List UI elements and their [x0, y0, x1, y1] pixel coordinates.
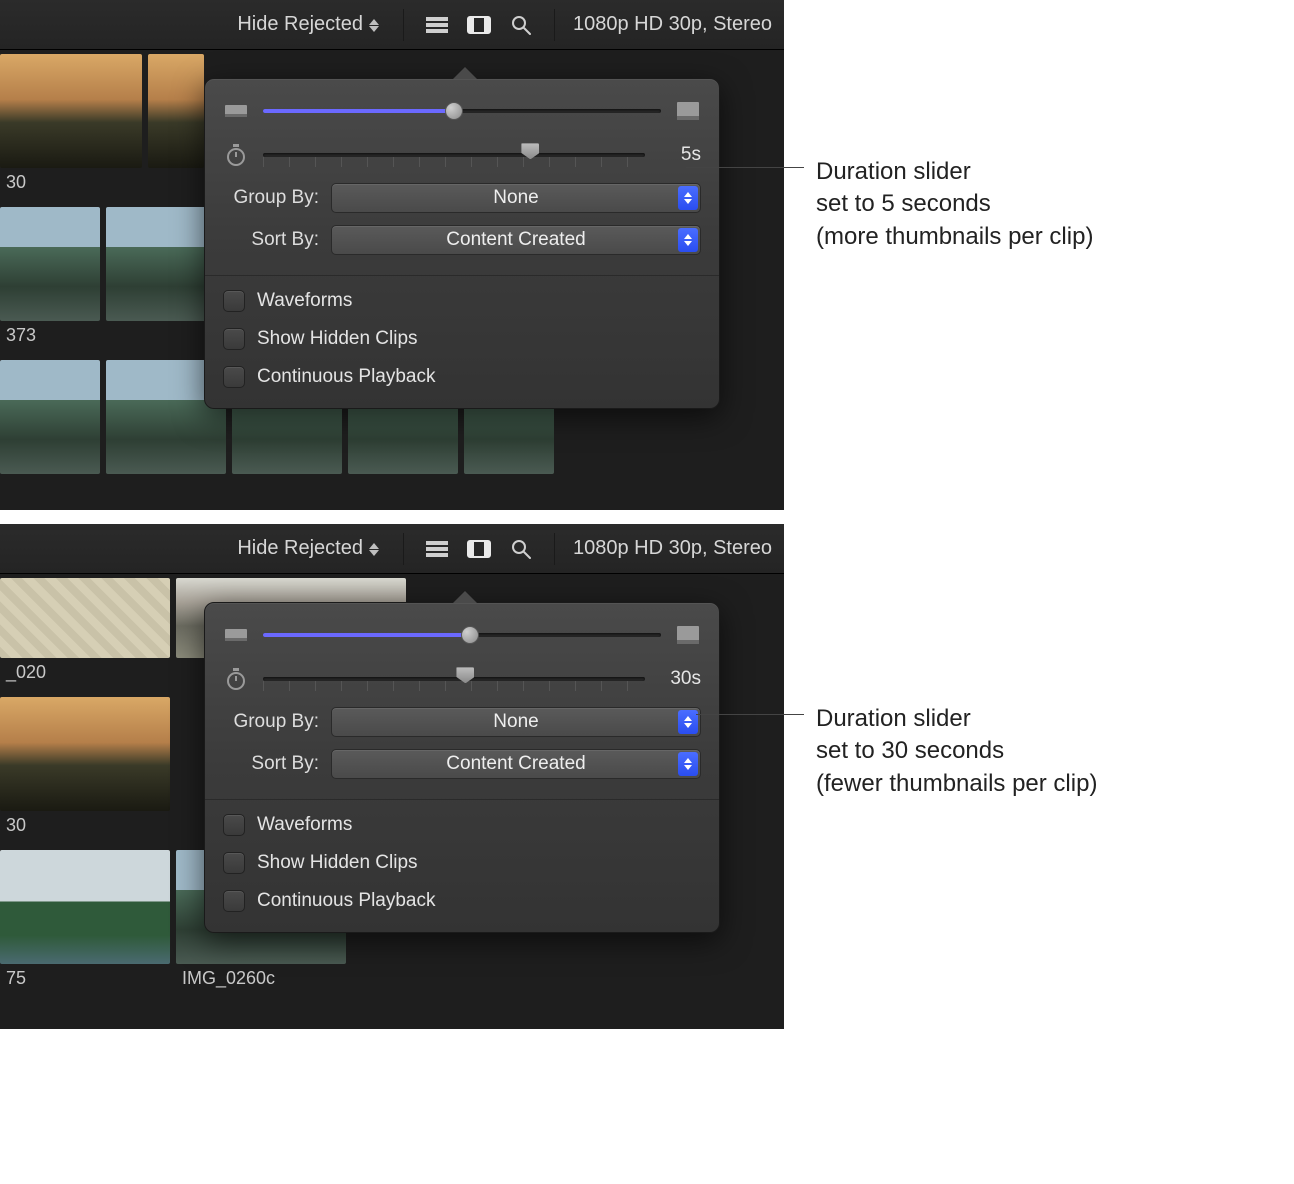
search-button[interactable] — [504, 534, 538, 564]
format-label: 1080p HD 30p, Stereo — [573, 537, 772, 560]
show-hidden-checkbox[interactable] — [223, 328, 245, 350]
duration-value: 5s — [659, 144, 701, 166]
annotation-callout-bottom: Duration slider set to 30 seconds (fewer… — [816, 703, 1097, 800]
callout-line: set to 30 seconds — [816, 735, 1097, 767]
group-by-value: None — [493, 711, 538, 733]
group-by-value: None — [493, 187, 538, 209]
clip-height-slider[interactable] — [263, 99, 661, 123]
clip-thumbnail[interactable] — [0, 697, 170, 811]
group-by-select[interactable]: None — [331, 183, 701, 213]
select-stepper-icon — [678, 228, 698, 252]
clip-filter-menu[interactable]: Hide Rejected — [237, 13, 379, 36]
chevron-updown-icon — [369, 543, 379, 556]
select-stepper-icon — [678, 710, 698, 734]
list-view-button[interactable] — [420, 10, 454, 40]
duration-slider[interactable] — [263, 667, 645, 691]
waveforms-checkbox[interactable] — [223, 814, 245, 836]
duration-slider[interactable] — [263, 143, 645, 167]
callout-line: (fewer thumbnails per clip) — [816, 768, 1097, 800]
browser-toolbar: Hide Rejected 1080p HD 30p, Stereo — [0, 0, 784, 50]
leader-line — [696, 714, 804, 715]
select-stepper-icon — [678, 186, 698, 210]
stopwatch-icon — [223, 144, 249, 166]
callout-line: Duration slider — [816, 703, 1097, 735]
filmstrip-small-icon — [223, 629, 249, 641]
show-hidden-label: Show Hidden Clips — [257, 852, 418, 874]
sort-by-label: Sort By: — [223, 229, 319, 251]
example-panel-5s: Hide Rejected 1080p HD 30p, Stereo 30 37… — [0, 0, 784, 510]
clip-appearance-button[interactable] — [462, 534, 496, 564]
group-by-label: Group By: — [223, 711, 319, 733]
waveforms-checkbox[interactable] — [223, 290, 245, 312]
leader-line — [686, 167, 804, 168]
clip-thumbnail[interactable] — [148, 54, 204, 168]
example-panel-30s: Hide Rejected 1080p HD 30p, Stereo _020 … — [0, 524, 784, 1029]
sort-by-select[interactable]: Content Created — [331, 749, 701, 779]
separator — [403, 9, 404, 41]
clip-thumbnail[interactable] — [0, 360, 100, 474]
continuous-playback-checkbox[interactable] — [223, 890, 245, 912]
group-by-label: Group By: — [223, 187, 319, 209]
format-label: 1080p HD 30p, Stereo — [573, 13, 772, 36]
sort-by-select[interactable]: Content Created — [331, 225, 701, 255]
group-by-select[interactable]: None — [331, 707, 701, 737]
show-hidden-label: Show Hidden Clips — [257, 328, 418, 350]
sort-by-value: Content Created — [446, 753, 585, 775]
separator — [554, 9, 555, 41]
filmstrip-small-icon — [223, 105, 249, 117]
sort-by-value: Content Created — [446, 229, 585, 251]
duration-value: 30s — [659, 668, 701, 690]
divider — [205, 275, 719, 276]
clip-label: IMG_0260c — [176, 964, 281, 999]
separator — [554, 533, 555, 565]
search-button[interactable] — [504, 10, 538, 40]
filmstrip-large-icon — [675, 102, 701, 120]
annotation-callout-top: Duration slider set to 5 seconds (more t… — [816, 156, 1093, 253]
divider — [205, 799, 719, 800]
continuous-playback-checkbox[interactable] — [223, 366, 245, 388]
clip-thumbnail[interactable] — [0, 54, 142, 168]
clip-label: 75 — [0, 964, 176, 999]
callout-line: (more thumbnails per clip) — [816, 221, 1093, 253]
callout-line: Duration slider — [816, 156, 1093, 188]
filmstrip-large-icon — [675, 626, 701, 644]
clip-appearance-button[interactable] — [462, 10, 496, 40]
clip-appearance-popover: 5s Group By: None Sort By: Content Creat… — [204, 78, 720, 409]
sort-by-label: Sort By: — [223, 753, 319, 775]
clip-thumbnail[interactable] — [106, 207, 206, 321]
waveforms-label: Waveforms — [257, 290, 352, 312]
clip-thumbnail[interactable] — [0, 207, 100, 321]
chevron-updown-icon — [369, 19, 379, 32]
clip-filter-label: Hide Rejected — [237, 13, 363, 36]
select-stepper-icon — [678, 752, 698, 776]
clip-filter-menu[interactable]: Hide Rejected — [237, 537, 379, 560]
list-view-button[interactable] — [420, 534, 454, 564]
clip-appearance-popover: 30s Group By: None Sort By: Content Crea… — [204, 602, 720, 933]
clip-height-slider[interactable] — [263, 623, 661, 647]
clip-thumbnail[interactable] — [0, 850, 170, 964]
stopwatch-icon — [223, 668, 249, 690]
separator — [403, 533, 404, 565]
clip-thumbnail[interactable] — [0, 578, 170, 658]
continuous-playback-label: Continuous Playback — [257, 366, 436, 388]
continuous-playback-label: Continuous Playback — [257, 890, 436, 912]
show-hidden-checkbox[interactable] — [223, 852, 245, 874]
browser-toolbar: Hide Rejected 1080p HD 30p, Stereo — [0, 524, 784, 574]
waveforms-label: Waveforms — [257, 814, 352, 836]
callout-line: set to 5 seconds — [816, 188, 1093, 220]
clip-filter-label: Hide Rejected — [237, 537, 363, 560]
